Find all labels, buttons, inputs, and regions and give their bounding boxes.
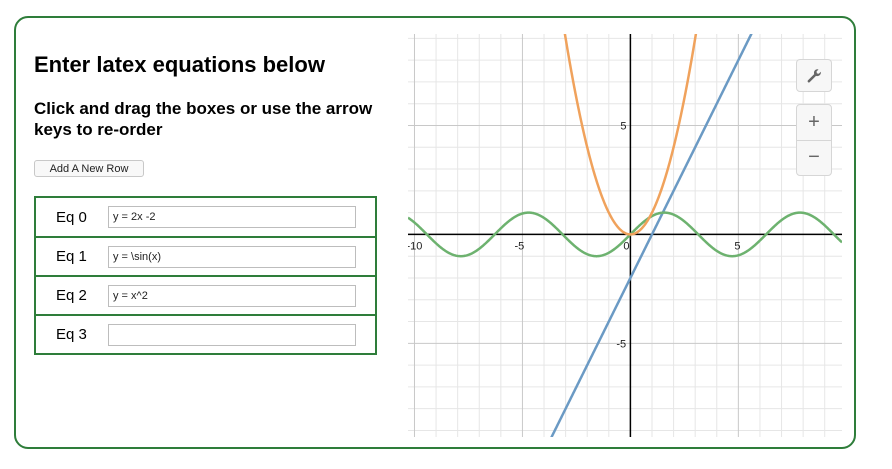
x-tick-label: 5 xyxy=(734,240,740,252)
equation-row[interactable]: Eq 0 xyxy=(34,196,377,238)
x-tick-label: -10 xyxy=(408,240,422,252)
equation-panel: Enter latex equations below Click and dr… xyxy=(34,18,414,447)
equation-label: Eq 1 xyxy=(56,248,87,265)
equation-row[interactable]: Eq 3 xyxy=(34,314,377,355)
page-subtitle: Click and drag the boxes or use the arro… xyxy=(34,99,373,139)
equation-input[interactable] xyxy=(108,246,356,268)
y-tick-label: -5 xyxy=(616,338,626,350)
zoom-controls: + − xyxy=(796,104,832,176)
x-tick-label: -5 xyxy=(514,240,524,252)
equation-label: Eq 2 xyxy=(56,287,87,304)
graph-svg[interactable]: -10-505105-5 xyxy=(408,34,842,437)
y-tick-label: 5 xyxy=(620,120,626,132)
graph-settings-button[interactable] xyxy=(796,59,832,92)
graph-canvas[interactable]: -10-505105-5 + − xyxy=(408,34,842,437)
equation-label: Eq 3 xyxy=(56,326,87,343)
equation-input[interactable] xyxy=(108,285,356,307)
equation-row[interactable]: Eq 1 xyxy=(34,236,377,277)
curve-eq0-line xyxy=(550,34,753,437)
equation-label: Eq 0 xyxy=(56,208,87,226)
tick-labels: -10-505105-5 xyxy=(408,120,740,350)
add-row-button[interactable]: Add A New Row xyxy=(34,160,144,177)
equation-list: Eq 0 Eq 1 Eq 2 Eq 3 xyxy=(34,196,377,355)
axes xyxy=(408,34,842,437)
zoom-out-button[interactable]: − xyxy=(797,139,831,176)
curves xyxy=(408,34,842,437)
wrench-icon xyxy=(806,68,822,84)
equation-input[interactable] xyxy=(108,206,356,228)
page-title: Enter latex equations below xyxy=(34,52,325,77)
zoom-in-button[interactable]: + xyxy=(797,105,831,140)
app-frame: Enter latex equations below Click and dr… xyxy=(14,16,856,449)
x-tick-label: 0 xyxy=(623,240,629,252)
equation-row[interactable]: Eq 2 xyxy=(34,275,377,316)
grid-minor xyxy=(408,34,842,437)
grid-major xyxy=(408,34,842,437)
equation-input[interactable] xyxy=(108,324,356,346)
